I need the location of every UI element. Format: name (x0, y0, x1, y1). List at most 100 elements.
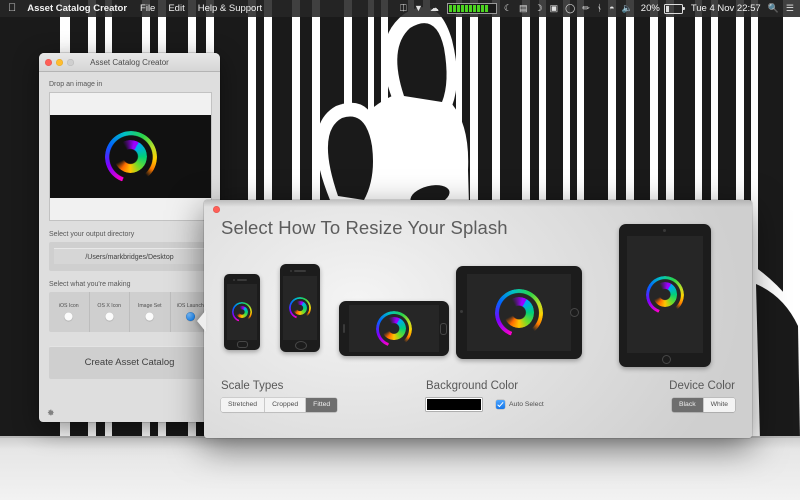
asset-type-osx-icon[interactable]: OS X Icon (90, 292, 130, 332)
device-iphone-5-portrait[interactable] (280, 264, 320, 352)
menu-app-name[interactable]: Asset Catalog Creator (27, 3, 127, 14)
output-directory-box[interactable]: /Users/markbridges/Desktop (49, 242, 210, 271)
splash-logo-icon (495, 289, 543, 337)
drop-image-label: Drop an image in (49, 81, 103, 88)
asset-type-label-image-set: Image Set (137, 303, 162, 309)
close-icon[interactable] (213, 206, 220, 213)
zoom-button[interactable] (67, 58, 74, 66)
desktop-screen:  Asset Catalog Creator File Edit Help &… (0, 0, 800, 500)
device-preview-group (204, 224, 752, 378)
wifi-icon[interactable]: ◓ (609, 4, 614, 13)
dropbox-icon[interactable]: ⎅ (400, 4, 407, 13)
scale-types-segmented-control: Stretched Cropped Fitted (221, 398, 338, 412)
radio-ios-launch[interactable] (185, 312, 195, 321)
dialog-top-strip (204, 200, 752, 207)
device-color-black[interactable]: Black (672, 398, 704, 412)
scale-type-cropped[interactable]: Cropped (265, 398, 307, 412)
microphone-icon[interactable]: ✏ (582, 4, 590, 13)
cpu-meter-icon[interactable] (446, 3, 497, 14)
device-color-segmented-control: Black White (672, 398, 735, 412)
asset-type-ios-icon[interactable]: iOS Icon (49, 292, 90, 332)
splash-logo-icon (646, 276, 684, 314)
cloud-sync-icon[interactable]: ▼ (414, 4, 423, 13)
device-ipad-landscape[interactable] (456, 266, 582, 359)
camera-dot (233, 279, 235, 281)
asset-catalog-creator-window: Asset Catalog Creator Drop an image in S… (39, 53, 220, 422)
splash-logo-icon (376, 311, 412, 347)
bluetooth-icon[interactable]: ᛀ (597, 4, 602, 13)
device-screen (227, 284, 257, 340)
home-button-icon (237, 341, 248, 348)
camera-dot (290, 270, 292, 272)
asset-type-label: Select what you're making (49, 281, 131, 288)
bluetooth-file-icon[interactable]: ▣ (550, 4, 559, 13)
radio-ios-icon[interactable] (64, 312, 74, 321)
menu-bar-left:  Asset Catalog Creator File Edit Help &… (0, 3, 275, 15)
device-color-white[interactable]: White (703, 398, 735, 412)
output-directory-value[interactable]: /Users/markbridges/Desktop (54, 248, 205, 264)
background-color-swatch[interactable] (426, 398, 482, 411)
device-iphone-4s-portrait[interactable] (224, 274, 260, 350)
traffic-light-buttons (39, 58, 74, 66)
background-color-section: Background Color Auto Select (426, 380, 544, 411)
asset-type-group: iOS Icon OS X Icon Image Set iOS Launch (49, 292, 210, 332)
apple-logo-icon[interactable]:  (8, 3, 16, 14)
device-ipad-portrait[interactable] (619, 224, 711, 367)
menu-item-help-support[interactable]: Help & Support (198, 3, 262, 14)
search-icon[interactable]: 🔍 (768, 4, 779, 13)
scale-types-section: Scale Types Stretched Cropped Fitted (221, 380, 338, 412)
menu-item-edit[interactable]: Edit (168, 3, 184, 14)
cloud-icon[interactable]: ☁ (430, 4, 439, 13)
speaker-grille (237, 279, 247, 281)
create-asset-catalog-button[interactable]: Create Asset Catalog (49, 346, 210, 379)
home-button-icon (662, 354, 671, 364)
device-color-section: Device Color Black White (669, 380, 735, 412)
circle-icon[interactable]: ◯ (565, 4, 575, 13)
camera-dot (663, 229, 666, 232)
minimize-button[interactable] (56, 58, 63, 66)
device-iphone-6-landscape[interactable] (339, 301, 449, 356)
home-button-icon (570, 308, 579, 317)
asset-type-image-set[interactable]: Image Set (130, 292, 171, 332)
radio-osx-icon[interactable] (104, 312, 114, 321)
close-button[interactable] (45, 58, 52, 66)
auto-select-checkbox-row[interactable]: Auto Select (496, 400, 544, 409)
background-color-row: Auto Select (426, 398, 544, 411)
splash-logo-icon (232, 302, 252, 322)
asset-type-label-ios-icon: iOS Icon (58, 303, 79, 309)
clock-label[interactable]: Tue 4 Nov 22:57 (691, 3, 761, 14)
notification-center-icon[interactable]: ☰ (786, 4, 794, 13)
moon-icon[interactable]: ☾ (504, 4, 512, 13)
flux-icon[interactable]: ☽ (535, 4, 543, 13)
background-color-label: Background Color (426, 380, 519, 392)
menu-bar-status-area: ⎅ ▼ ☁ ☾ ▤ ☽ ▣ ◯ ✏ ᛀ ◓ 🔈 20% Tue 4 Nov 22… (393, 3, 800, 14)
scale-types-label: Scale Types (221, 380, 284, 392)
auto-select-label: Auto Select (509, 401, 544, 408)
output-directory-label: Select your output directory (49, 231, 135, 238)
scale-type-fitted[interactable]: Fitted (306, 398, 338, 412)
battery-icon[interactable] (663, 3, 685, 14)
battery-percent-label[interactable]: 20% (641, 3, 660, 14)
device-screen (467, 274, 571, 351)
dialog-title: Select How To Resize Your Splash (221, 217, 508, 238)
dialog-controls: Scale Types Stretched Cropped Fitted Bac… (204, 380, 752, 438)
scale-type-stretched[interactable]: Stretched (221, 398, 266, 412)
splash-logo-icon (289, 297, 311, 319)
device-screen (627, 236, 703, 353)
menu-item-file[interactable]: File (140, 3, 155, 14)
auto-select-checkbox[interactable] (496, 400, 505, 409)
device-screen (283, 276, 317, 340)
app-logo-swirl-icon (105, 131, 157, 183)
camera-dot (460, 310, 463, 313)
radio-image-set[interactable] (145, 312, 155, 321)
dropped-image-preview (50, 115, 211, 198)
gear-icon[interactable] (46, 408, 55, 417)
wallpaper-floor (0, 438, 800, 500)
window-content: Drop an image in Select your output dire… (39, 72, 220, 379)
asset-type-label-osx-icon: OS X Icon (97, 303, 122, 309)
device-screen (349, 305, 439, 352)
network-activity-icon[interactable]: ▤ (519, 4, 528, 13)
window-title-bar[interactable]: Asset Catalog Creator (39, 53, 220, 72)
image-drop-zone[interactable] (49, 92, 212, 221)
volume-icon[interactable]: 🔈 (622, 4, 633, 13)
